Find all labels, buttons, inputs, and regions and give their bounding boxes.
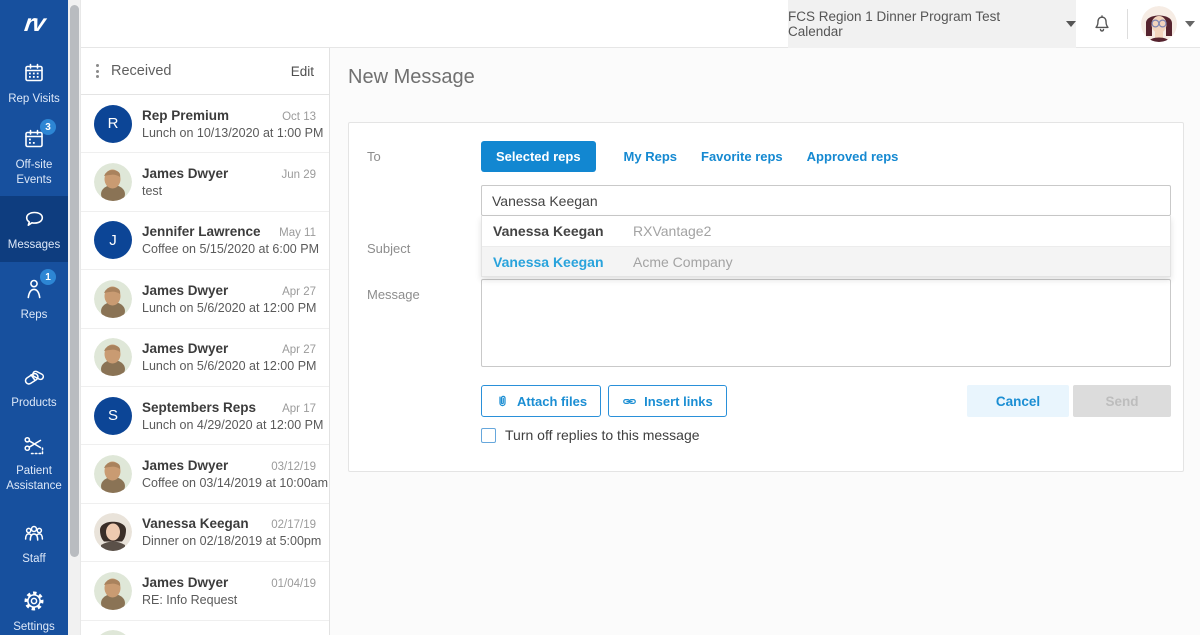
sidebar-item-patient-assistance[interactable]: Patient Assistance [0, 424, 68, 498]
send-button[interactable]: Send [1073, 385, 1171, 417]
list-item[interactable]: James Dwyer01/04/19 RE: Info Request [81, 562, 329, 620]
message-list-header: Received Edit [81, 48, 329, 95]
sidebar-item-reps[interactable]: 1 Reps [0, 268, 68, 332]
calendar-badge-icon: 3 [21, 126, 47, 152]
reps-badge: 1 [40, 269, 56, 285]
calendar-icon [21, 60, 47, 86]
chevron-down-icon [1066, 21, 1076, 27]
attach-files-button[interactable]: Attach files [481, 385, 601, 417]
rxvantage-logo: rv [0, 10, 70, 38]
list-title: Received [111, 63, 291, 79]
tab-approved-reps[interactable]: Approved reps [807, 141, 899, 172]
cancel-button[interactable]: Cancel [967, 385, 1069, 417]
list-item[interactable]: James DwyerJun 29 test [81, 153, 329, 211]
tab-selected-reps[interactable]: Selected reps [481, 141, 596, 172]
compose-card: To Subject Message Selected reps My Reps… [348, 122, 1184, 472]
person-icon: 1 [21, 276, 47, 302]
scissors-icon [21, 432, 47, 458]
message-list-panel: Received Edit R Rep PremiumOct 13 Lunch … [81, 48, 330, 635]
sidebar-item-rep-visits[interactable]: Rep Visits [0, 52, 68, 110]
bell-icon[interactable] [1091, 13, 1113, 35]
chevron-down-icon[interactable] [1185, 21, 1195, 27]
avatar [94, 630, 132, 635]
avatar [94, 280, 132, 318]
autocomplete-option[interactable]: Vanessa Keegan RXVantage2 [482, 216, 1170, 246]
app-window: rv Rep Visits 3 [0, 0, 1200, 635]
scrollbar-thumb[interactable] [70, 5, 79, 557]
list-item[interactable]: Vanessa Keegan02/17/19 Dinner on 02/18/2… [81, 504, 329, 562]
topbar: FCS Region 1 Dinner Program Test Calenda… [81, 0, 1200, 48]
paperclip-icon [495, 394, 510, 409]
chat-icon [21, 206, 47, 232]
avatar [94, 338, 132, 376]
tab-my-reps[interactable]: My Reps [624, 141, 677, 172]
calendar-selector[interactable]: FCS Region 1 Dinner Program Test Calenda… [788, 0, 1076, 48]
avatar [94, 513, 132, 551]
sidebar-item-products[interactable]: Products [0, 356, 68, 414]
kebab-menu-icon[interactable] [96, 64, 99, 78]
sidebar-item-offsite-events[interactable]: 3 Off-site Events [0, 118, 68, 192]
paperclip-icon [327, 126, 330, 139]
avatar [94, 572, 132, 610]
turn-off-replies-checkbox[interactable] [481, 428, 496, 443]
sidebar-item-messages[interactable]: Messages [0, 196, 68, 262]
people-icon [21, 520, 47, 546]
sidebar-item-settings[interactable]: Settings [0, 580, 68, 635]
calendar-selector-label: FCS Region 1 Dinner Program Test Calenda… [788, 9, 1056, 39]
user-avatar[interactable] [1141, 6, 1177, 42]
list-item[interactable]: R Rep PremiumOct 13 Lunch on 10/13/2020 … [81, 95, 329, 153]
list-item[interactable]: James DwyerApr 27 Lunch on 5/6/2020 at 1… [81, 329, 329, 387]
to-input[interactable] [481, 185, 1171, 216]
list-item-partial[interactable] [81, 621, 329, 635]
avatar: R [94, 105, 132, 143]
avatar [94, 455, 132, 493]
scrollbar-track [68, 0, 81, 635]
message-label: Message [367, 287, 420, 302]
list-item[interactable]: James DwyerApr 27 Lunch on 5/6/2020 at 1… [81, 270, 329, 328]
to-label: To [367, 149, 381, 164]
message-textarea[interactable] [481, 279, 1171, 367]
replies-toggle-row: Turn off replies to this message [481, 427, 700, 443]
subject-label: Subject [367, 241, 410, 256]
avatar: S [94, 397, 132, 435]
page-title: New Message [348, 66, 475, 89]
topbar-divider [1127, 9, 1128, 39]
gear-icon [21, 588, 47, 614]
offsite-events-badge: 3 [40, 119, 56, 135]
turn-off-replies-label[interactable]: Turn off replies to this message [505, 427, 700, 443]
sidebar-item-staff[interactable]: Staff [0, 512, 68, 568]
attachment-buttons: Attach files Insert links [481, 385, 727, 417]
avatar [94, 163, 132, 201]
recipient-autocomplete: Vanessa Keegan RXVantage2 Vanessa Keegan… [481, 216, 1171, 277]
link-icon [622, 394, 637, 409]
pills-icon [21, 364, 47, 390]
recipient-tabs: Selected reps My Reps Favorite reps Appr… [481, 141, 898, 172]
list-item[interactable]: S Septembers RepsApr 17 Lunch on 4/29/20… [81, 387, 329, 445]
avatar: J [94, 221, 132, 259]
tab-favorite-reps[interactable]: Favorite reps [701, 141, 783, 172]
list-item[interactable]: James Dwyer03/12/19 Coffee on 03/14/2019… [81, 445, 329, 503]
sidebar: rv Rep Visits 3 [0, 0, 68, 635]
list-item[interactable]: J Jennifer LawrenceMay 11 Coffee on 5/15… [81, 212, 329, 270]
insert-links-button[interactable]: Insert links [608, 385, 727, 417]
autocomplete-option-highlighted[interactable]: Vanessa Keegan Acme Company [482, 246, 1170, 276]
edit-button[interactable]: Edit [291, 64, 314, 79]
